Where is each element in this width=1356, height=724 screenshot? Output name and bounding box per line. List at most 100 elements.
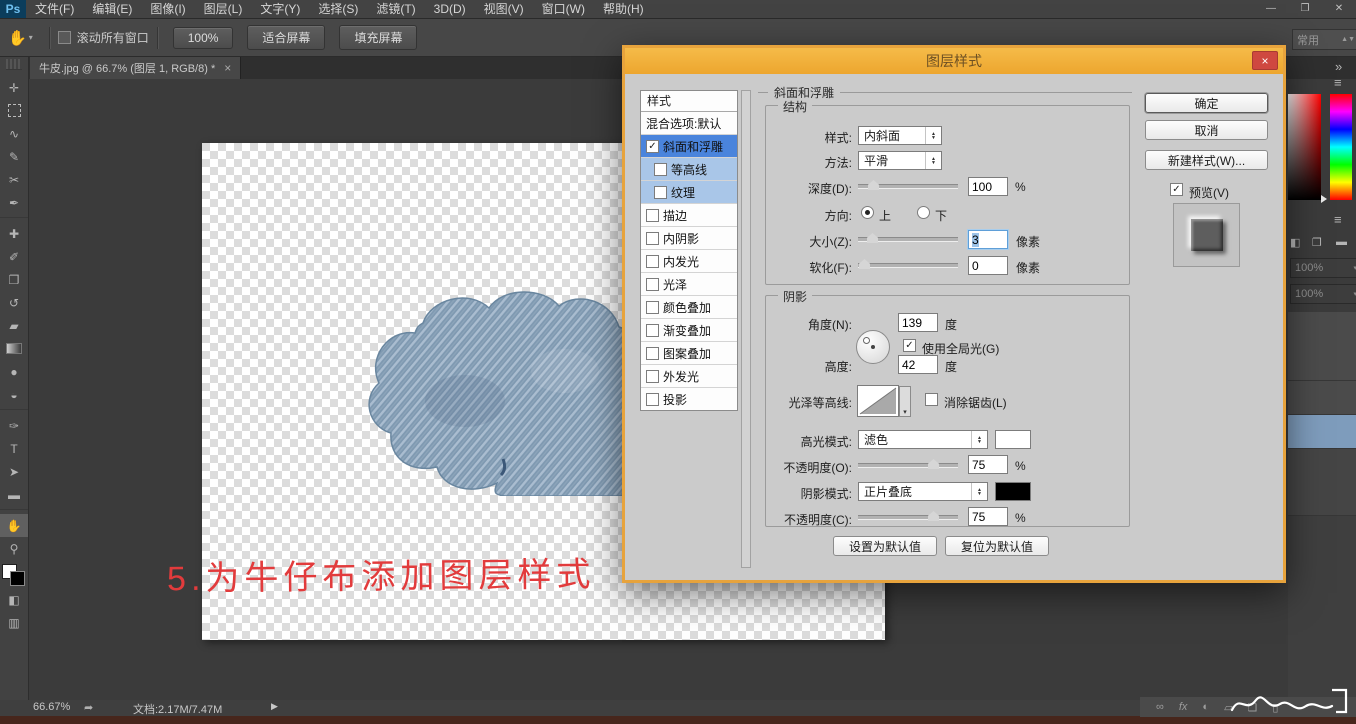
style-item-stroke[interactable]: 描边 (641, 204, 737, 227)
scroll-all-windows-checkbox[interactable] (58, 31, 71, 44)
panel-grip[interactable] (6, 59, 22, 70)
highlight-mode-dropdown[interactable]: 滤色 ▲▼ (858, 430, 988, 449)
menu-select[interactable]: 选择(S) (309, 0, 367, 18)
menu-help[interactable]: 帮助(H) (594, 0, 653, 18)
angle-input[interactable]: 139 (898, 313, 938, 332)
eraser-tool[interactable]: ▰ (0, 314, 28, 337)
checkbox[interactable] (646, 370, 659, 383)
shadow-mode-dropdown[interactable]: 正片叠底 ▲▼ (858, 482, 988, 501)
adjustment-layer-icon[interactable]: ◐ (1202, 701, 1209, 713)
hue-ramp[interactable] (1330, 94, 1352, 200)
workspace-switcher[interactable]: 常用 ▲▼ (1292, 29, 1356, 50)
layer-lock-icon[interactable]: ▬ (1336, 236, 1347, 248)
new-style-button[interactable]: 新建样式(W)... (1145, 150, 1268, 170)
layer-filter-icon[interactable]: ◧ (1290, 236, 1300, 249)
menu-file[interactable]: 文件(F) (26, 0, 83, 18)
dodge-tool[interactable]: ◒ (0, 383, 28, 406)
dialog-title-bar[interactable]: 图层样式 × (625, 48, 1283, 74)
color-panel-menu-icon[interactable]: ≡ (1334, 75, 1342, 90)
highlight-opacity-slider[interactable] (858, 457, 958, 471)
shadow-opacity-slider[interactable] (858, 509, 958, 523)
size-slider-thumb[interactable] (867, 233, 878, 243)
document-tab[interactable]: 牛皮.jpg @ 66.7% (图层 1, RGB/8) * × (30, 57, 241, 79)
healing-brush-tool[interactable]: ✚ (0, 222, 28, 245)
set-default-button[interactable]: 设置为默认值 (833, 536, 937, 556)
style-item-bevel-emboss[interactable]: ✓斜面和浮雕 (641, 135, 737, 158)
style-item-color-overlay[interactable]: 颜色叠加 (641, 296, 737, 319)
style-item-outer-glow[interactable]: 外发光 (641, 365, 737, 388)
crop-tool[interactable]: ✂ (0, 168, 28, 191)
menu-filter[interactable]: 滤镜(T) (367, 0, 424, 18)
checkbox[interactable] (646, 278, 659, 291)
style-item-texture[interactable]: 纹理 (641, 181, 737, 204)
layers-panel-menu-icon[interactable]: ≡ (1334, 212, 1342, 227)
zoom-level-field[interactable]: 66.67% (33, 701, 70, 713)
depth-slider[interactable] (858, 178, 958, 192)
highlight-opacity-thumb[interactable] (928, 459, 939, 469)
quick-select-tool[interactable]: ✎ (0, 145, 28, 168)
highlight-color-swatch[interactable] (995, 430, 1031, 449)
layer-row-selected[interactable] (1288, 415, 1356, 449)
marquee-tool[interactable] (0, 99, 28, 122)
preview-checkbox[interactable]: ✓ (1170, 183, 1183, 196)
status-options-arrow-icon[interactable]: ▶ (271, 701, 278, 712)
zoom-tool[interactable]: ⚲ (0, 537, 28, 560)
soften-slider[interactable] (858, 257, 958, 271)
altitude-input[interactable]: 42 (898, 355, 938, 374)
color-swatches[interactable] (2, 564, 26, 586)
layer-row[interactable] (1288, 381, 1356, 415)
anti-aliased-checkbox[interactable] (925, 393, 938, 406)
style-item-pattern-overlay[interactable]: 图案叠加 (641, 342, 737, 365)
menu-image[interactable]: 图像(I) (141, 0, 194, 18)
menu-layer[interactable]: 图层(L) (195, 0, 252, 18)
reset-default-button[interactable]: 复位为默认值 (945, 536, 1049, 556)
blur-tool[interactable]: ● (0, 360, 28, 383)
brush-tool[interactable]: ✐ (0, 245, 28, 268)
ok-button[interactable]: 确定 (1145, 93, 1268, 113)
angle-dial-marker[interactable] (863, 337, 870, 344)
menu-edit[interactable]: 编辑(E) (83, 0, 141, 18)
hand-tool[interactable]: ✋ (0, 514, 28, 537)
checkbox[interactable] (646, 232, 659, 245)
style-item-gradient-overlay[interactable]: 渐变叠加 (641, 319, 737, 342)
checkbox[interactable] (654, 163, 667, 176)
technique-dropdown[interactable]: 平滑 ▲▼ (858, 151, 942, 170)
restore-icon[interactable]: ❐ (1288, 0, 1322, 18)
layer-opacity-field[interactable]: 100% ▾ (1290, 258, 1356, 278)
shape-tool[interactable]: ▬ (0, 483, 28, 506)
contour-caret-icon[interactable]: ▾ (899, 386, 911, 417)
highlight-opacity-input[interactable]: 75 (968, 455, 1008, 474)
path-select-tool[interactable]: ➤ (0, 460, 28, 483)
style-item-inner-glow[interactable]: 内发光 (641, 250, 737, 273)
style-item-drop-shadow[interactable]: 投影 (641, 388, 737, 410)
depth-slider-thumb[interactable] (868, 180, 879, 190)
style-item-satin[interactable]: 光泽 (641, 273, 737, 296)
color-saturation-square[interactable] (1288, 94, 1321, 200)
angle-dial[interactable] (856, 330, 890, 364)
soften-input[interactable]: 0 (968, 256, 1008, 275)
bevel-style-dropdown[interactable]: 内斜面 ▲▼ (858, 126, 942, 145)
type-tool[interactable]: T (0, 437, 28, 460)
zoom-100-button[interactable]: 100% (173, 27, 234, 49)
close-icon[interactable]: ✕ (1322, 0, 1356, 18)
checkbox[interactable] (646, 301, 659, 314)
checkbox[interactable] (646, 324, 659, 337)
style-item-inner-shadow[interactable]: 内阴影 (641, 227, 737, 250)
checkbox[interactable] (646, 209, 659, 222)
menu-3d[interactable]: 3D(D) (425, 0, 475, 18)
export-icon[interactable]: ➦ (84, 701, 93, 714)
history-brush-tool[interactable]: ↺ (0, 291, 28, 314)
minimize-icon[interactable]: — (1254, 0, 1288, 18)
background-color-swatch[interactable] (10, 571, 25, 586)
style-item-blending-options[interactable]: 混合选项:默认 (641, 112, 737, 135)
menu-view[interactable]: 视图(V) (475, 0, 533, 18)
styles-list-scrollbar[interactable] (741, 90, 751, 568)
use-global-light-checkbox[interactable]: ✓ (903, 339, 916, 352)
scroll-all-windows-option[interactable]: 滚动所有窗口 (58, 29, 149, 46)
shadow-opacity-input[interactable]: 75 (968, 507, 1008, 526)
gloss-contour-picker[interactable]: ▾ (857, 385, 899, 417)
link-layers-icon[interactable]: ∞ (1156, 701, 1164, 713)
direction-up-radio[interactable] (861, 206, 874, 219)
cancel-button[interactable]: 取消 (1145, 120, 1268, 140)
tab-close-icon[interactable]: × (224, 61, 231, 75)
